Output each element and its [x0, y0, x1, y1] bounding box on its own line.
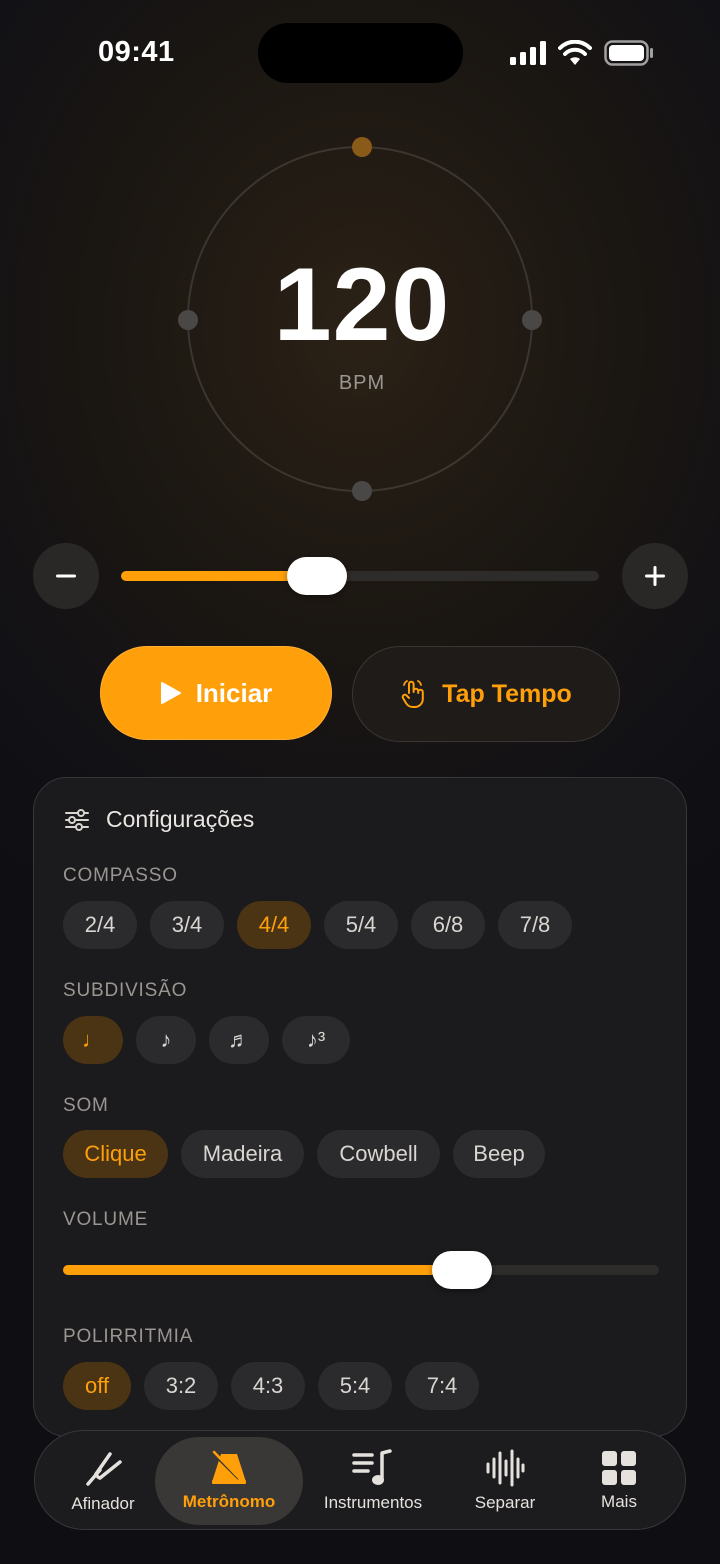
time-signature-option[interactable]: 7/8 [498, 901, 572, 949]
subdivision-sixteenth-option[interactable]: ♬ [209, 1016, 269, 1064]
dynamic-island [258, 23, 463, 83]
time-signature-option[interactable]: 3/4 [150, 901, 224, 949]
sound-option-selected[interactable]: Clique [63, 1130, 168, 1178]
increase-tempo-button[interactable] [622, 543, 688, 609]
volume-slider[interactable] [63, 1251, 659, 1289]
subdivision-options: ♩ ♪ ♬ ♪³ [63, 1016, 350, 1064]
play-icon [160, 682, 181, 704]
polyrhythm-option[interactable]: 4:3 [231, 1362, 305, 1410]
status-bar: 09:41 [0, 0, 720, 100]
tab-label: Instrumentos [323, 1493, 423, 1512]
wifi-icon [558, 40, 592, 65]
plus-icon [645, 566, 665, 586]
tap-tempo-button[interactable]: Tap Tempo [352, 646, 620, 742]
bpm-unit-label: BPM [338, 372, 386, 394]
time-signature-option[interactable]: 2/4 [63, 901, 137, 949]
sound-option[interactable]: Cowbell [317, 1130, 440, 1178]
volume-label: VOLUME [63, 1209, 149, 1230]
tab-metronomo[interactable]: Metrônomo [155, 1437, 303, 1525]
waveform-icon [486, 1449, 525, 1487]
status-time: 09:41 [98, 36, 175, 68]
polyrhythm-options: off 3:2 4:3 5:4 7:4 [63, 1362, 479, 1410]
volume-slider-thumb[interactable] [432, 1251, 493, 1289]
tempo-slider-thumb[interactable] [286, 557, 347, 595]
start-button[interactable]: Iniciar [100, 646, 332, 740]
settings-header: Configurações [64, 806, 254, 833]
grid-icon [602, 1451, 636, 1485]
settings-card: Configurações COMPASSO 2/4 3/4 4/4 5/4 6… [33, 777, 687, 1437]
time-signature-options: 2/4 3/4 4/4 5/4 6/8 7/8 [63, 901, 572, 949]
tab-label: Afinador [71, 1494, 135, 1513]
time-signature-label: COMPASSO [63, 865, 178, 886]
polyrhythm-option-selected[interactable]: off [63, 1362, 131, 1410]
polyrhythm-option[interactable]: 7:4 [405, 1362, 479, 1410]
volume-slider-fill [63, 1265, 463, 1275]
tab-afinador[interactable]: Afinador [53, 1431, 153, 1531]
time-signature-option[interactable]: 5/4 [324, 901, 398, 949]
tab-label: Mais [601, 1492, 637, 1511]
cellular-signal-icon [510, 41, 546, 65]
status-icons [510, 40, 654, 66]
subdivision-label: SUBDIVISÃO [63, 980, 188, 1001]
battery-icon [604, 40, 653, 66]
time-signature-option-selected[interactable]: 4/4 [237, 901, 311, 949]
sound-option[interactable]: Beep [453, 1130, 545, 1178]
tab-mais[interactable]: Mais [575, 1431, 663, 1531]
time-signature-option[interactable]: 6/8 [411, 901, 485, 949]
tempo-dial[interactable]: 120 BPM [178, 137, 542, 501]
bpm-value: 120 [273, 247, 451, 363]
tab-label: Metrônomo [182, 1492, 276, 1511]
beat-indicator [352, 481, 372, 501]
minus-icon [56, 574, 76, 578]
bottom-tab-bar: Afinador Metrônomo Instrumentos Separar … [34, 1430, 686, 1530]
polyrhythm-option[interactable]: 3:2 [144, 1362, 218, 1410]
sliders-icon [65, 808, 89, 831]
sound-option[interactable]: Madeira [181, 1130, 304, 1178]
sound-options: Clique Madeira Cowbell Beep [63, 1130, 545, 1178]
tab-separar[interactable]: Separar [455, 1431, 555, 1531]
sound-label: SOM [63, 1095, 109, 1116]
settings-title: Configurações [106, 806, 255, 832]
music-list-icon [352, 1449, 392, 1485]
tab-label: Separar [474, 1493, 536, 1512]
subdivision-triplet-option[interactable]: ♪³ [282, 1016, 350, 1064]
polyrhythm-label: POLIRRITMIA [63, 1326, 194, 1347]
tap-hand-icon [401, 680, 424, 708]
tab-instrumentos[interactable]: Instrumentos [311, 1431, 435, 1531]
tempo-slider[interactable] [121, 557, 599, 595]
decrease-tempo-button[interactable] [33, 543, 99, 609]
start-button-label: Iniciar [195, 677, 273, 708]
polyrhythm-option[interactable]: 5:4 [318, 1362, 392, 1410]
tuning-fork-icon [86, 1452, 122, 1486]
subdivision-eighth-option[interactable]: ♪ [136, 1016, 196, 1064]
subdivision-quarter-option[interactable]: ♩ [63, 1016, 123, 1064]
beat-indicator-active [352, 137, 372, 157]
tap-tempo-label: Tap Tempo [442, 679, 572, 708]
metronome-icon [212, 1450, 246, 1484]
